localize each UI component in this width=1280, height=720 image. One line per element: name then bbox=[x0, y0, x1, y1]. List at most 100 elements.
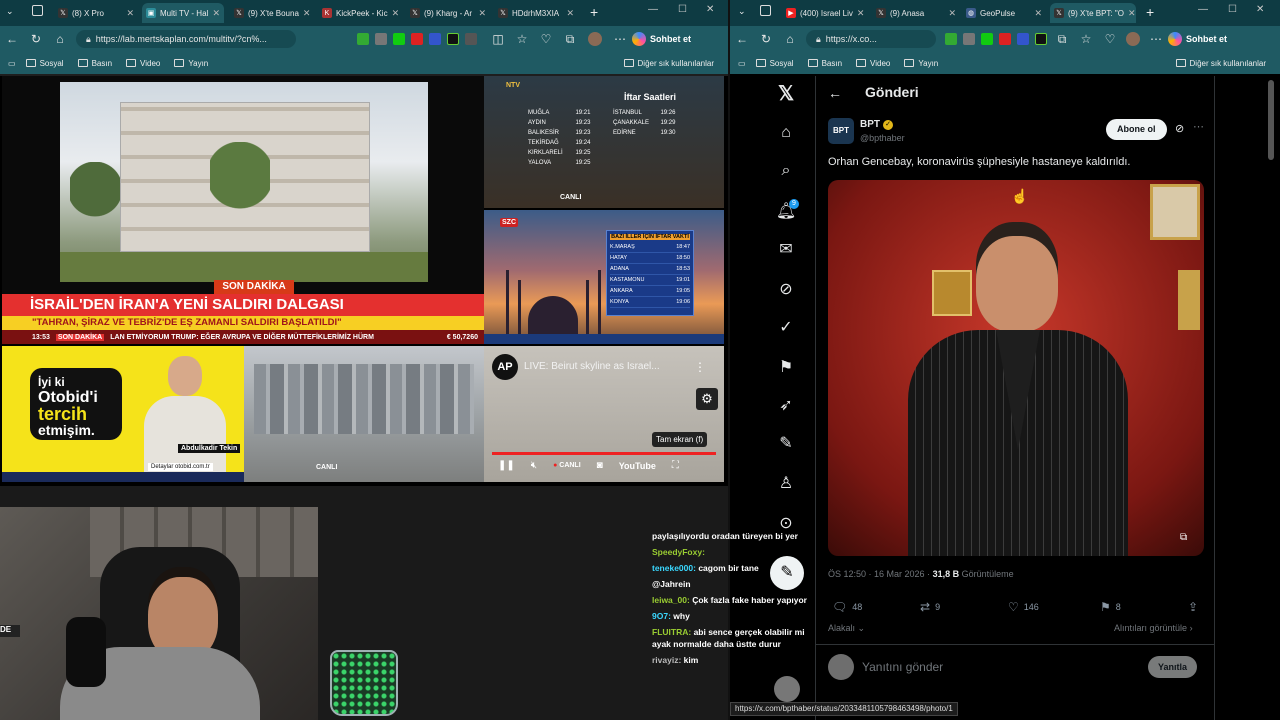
back-icon[interactable]: ← bbox=[0, 32, 24, 46]
more-icon[interactable]: ⋯ bbox=[1144, 32, 1168, 46]
other-bookmarks[interactable]: Diğer sık kullanılanlar bbox=[623, 59, 714, 68]
ext-icon[interactable] bbox=[1035, 33, 1047, 45]
tab-x-bouna[interactable]: 𝕏 (9) X'te Bouna ✕ bbox=[230, 3, 314, 23]
url-field[interactable]: 🔒︎ https://x.co... bbox=[806, 30, 936, 48]
scrollbar[interactable] bbox=[1268, 80, 1274, 160]
ext-icon[interactable] bbox=[375, 33, 387, 45]
tab-kharg[interactable]: 𝕏 (9) Kharg - Ar ✕ bbox=[406, 3, 490, 23]
minimize-button[interactable]: — bbox=[1198, 4, 1208, 15]
home-icon[interactable]: ⌂ bbox=[775, 122, 797, 144]
alt-text-icon[interactable]: ⧉ bbox=[1180, 532, 1187, 543]
news-tile-skyline[interactable]: CANLI bbox=[244, 346, 484, 482]
other-bookmarks[interactable]: Diğer sık kullanılanlar bbox=[1175, 59, 1266, 68]
bookmark-folder[interactable]: Sosyal bbox=[755, 59, 794, 68]
tab-x-bpt[interactable]: 𝕏 (9) X'te BPT: "O ✕ bbox=[1050, 3, 1136, 23]
home-icon[interactable]: ⌂ bbox=[48, 32, 72, 46]
bookmark-folder[interactable]: Basın bbox=[77, 59, 112, 68]
chat-username[interactable]: SpeedyFoxy: bbox=[652, 547, 705, 557]
new-tab-button[interactable]: + bbox=[1146, 4, 1154, 20]
explore-search-icon[interactable]: ⌕ bbox=[775, 160, 797, 182]
view-quotes-link[interactable]: Alıntıları görüntüle › bbox=[1114, 623, 1193, 633]
news-tile-ntv[interactable]: NTV İftar Saatleri MUĞLA 19:21 İSTANBUL 19:… bbox=[484, 76, 724, 208]
video-tile-ap[interactable]: AP LIVE: Beirut skyline as Israel... ⋮ ⚙… bbox=[484, 346, 724, 482]
chat-username[interactable]: FLUITRA: bbox=[652, 627, 691, 637]
fullscreen-icon[interactable]: ⛶ bbox=[672, 460, 679, 471]
ext-icon[interactable] bbox=[357, 33, 369, 45]
follow-button[interactable]: Abone ol bbox=[1106, 119, 1167, 140]
back-arrow-icon[interactable]: ← bbox=[828, 85, 842, 101]
reading-list-icon[interactable]: ▭ bbox=[738, 59, 746, 68]
back-icon[interactable]: ← bbox=[730, 32, 754, 46]
ext-icon[interactable] bbox=[999, 33, 1011, 45]
tab-anasa[interactable]: 𝕏 (9) Anasa ✕ bbox=[872, 3, 960, 23]
split-screen-icon[interactable]: ◫ bbox=[486, 32, 510, 46]
bookmark-folder[interactable]: Basın bbox=[807, 59, 842, 68]
premium-icon[interactable]: ✓ bbox=[775, 316, 797, 338]
url-field[interactable]: 🔒︎ https://lab.mertskaplan.com/multitv/?… bbox=[76, 30, 296, 48]
extensions-icons[interactable] bbox=[942, 33, 1050, 45]
ext-icon[interactable] bbox=[963, 33, 975, 45]
minimize-button[interactable]: — bbox=[648, 4, 658, 15]
close-icon[interactable]: ✕ bbox=[303, 8, 311, 19]
ext-icon[interactable] bbox=[393, 33, 405, 45]
close-icon[interactable]: ✕ bbox=[566, 8, 574, 19]
window-close-button[interactable]: ✕ bbox=[1256, 4, 1264, 15]
ad-tile-otobid[interactable]: İyi ki Otobid'i tercih etmişim. Abdulkad… bbox=[2, 346, 244, 482]
ext-icon[interactable] bbox=[981, 33, 993, 45]
bookmark-folder[interactable]: Yayın bbox=[904, 59, 938, 68]
favorites-icon[interactable]: ☆ bbox=[510, 32, 534, 46]
grok-explain-icon[interactable]: ⊘ bbox=[1175, 122, 1184, 135]
bookmark-folder[interactable]: Sosyal bbox=[25, 59, 64, 68]
close-icon[interactable]: ✕ bbox=[857, 8, 865, 19]
bookmarks-icon[interactable]: ⚑ bbox=[775, 356, 797, 378]
extensions-icons[interactable] bbox=[354, 33, 480, 45]
reply-submit-button[interactable]: Yanıtla bbox=[1148, 656, 1198, 678]
ext-icon[interactable] bbox=[411, 33, 423, 45]
like-button[interactable]: ♡ 146 bbox=[1008, 600, 1039, 614]
close-icon[interactable]: ✕ bbox=[478, 8, 486, 19]
reload-icon[interactable]: ↻ bbox=[754, 32, 778, 46]
tab-geopulse[interactable]: ◍ GeoPulse ✕ bbox=[962, 3, 1046, 23]
close-icon[interactable]: ✕ bbox=[948, 8, 956, 19]
settings-icon[interactable]: ⚙ bbox=[696, 388, 718, 410]
sort-relevant[interactable]: Alakalı ⌄ bbox=[828, 623, 865, 634]
window-close-button[interactable]: ✕ bbox=[706, 4, 714, 15]
ext-icon[interactable] bbox=[1017, 33, 1029, 45]
chat-username[interactable]: leiwa_00: bbox=[652, 595, 690, 605]
reply-button[interactable]: 🗨︎ 48 bbox=[832, 600, 862, 614]
tab-actions-icon[interactable]: ⌄ bbox=[738, 6, 746, 17]
close-icon[interactable]: ✕ bbox=[1034, 8, 1042, 19]
youtube-logo[interactable]: YouTube bbox=[619, 461, 656, 471]
pause-icon[interactable]: ❚❚ bbox=[498, 460, 515, 471]
copilot-button[interactable]: Sohbet et bbox=[1168, 32, 1227, 46]
camera-icon[interactable]: ◙ bbox=[597, 460, 603, 471]
workspaces-icon[interactable] bbox=[760, 5, 771, 16]
profile-avatar[interactable] bbox=[588, 32, 602, 46]
communities-icon[interactable]: ✎ bbox=[775, 432, 797, 454]
bookmark-folder[interactable]: Video bbox=[126, 59, 160, 68]
close-icon[interactable]: ✕ bbox=[392, 8, 400, 19]
tab-hddrhm[interactable]: 𝕏 HDdrhM3XIA ✕ bbox=[494, 3, 578, 23]
ext-icon[interactable] bbox=[945, 33, 957, 45]
reply-input[interactable]: Yanıtını gönder bbox=[862, 660, 943, 674]
author-name-row[interactable]: BPT ✓ bbox=[860, 119, 893, 130]
profile-avatar[interactable] bbox=[1126, 32, 1140, 46]
bookmark-button[interactable]: ⚑ 8 bbox=[1100, 600, 1121, 614]
share-button[interactable]: ⇪ bbox=[1188, 600, 1198, 614]
chat-username[interactable]: teneke000: bbox=[652, 563, 696, 573]
profile-icon[interactable]: ♙ bbox=[775, 472, 797, 494]
jobs-rocket-icon[interactable]: ➶ bbox=[775, 394, 797, 416]
close-icon[interactable]: ✕ bbox=[126, 8, 134, 19]
workspaces-icon[interactable] bbox=[32, 5, 43, 16]
more-icon[interactable]: ⋯ bbox=[608, 32, 632, 46]
news-tile-cnn[interactable]: SON DAKİKA İSRAİL'DEN İRAN'A YENİ SALDIR… bbox=[2, 76, 484, 344]
favorites-icon[interactable]: ☆ bbox=[1074, 32, 1098, 46]
author-avatar[interactable]: BPT bbox=[828, 118, 854, 144]
close-icon[interactable]: ✕ bbox=[1128, 8, 1136, 19]
maximize-button[interactable]: ☐ bbox=[678, 4, 687, 15]
chat-username[interactable]: rivayiz: bbox=[652, 655, 681, 665]
messages-icon[interactable]: ✉ bbox=[775, 238, 797, 260]
bookmark-folder[interactable]: Yayın bbox=[174, 59, 208, 68]
bookmark-folder[interactable]: Video bbox=[856, 59, 890, 68]
new-tab-button[interactable]: + bbox=[590, 4, 598, 20]
